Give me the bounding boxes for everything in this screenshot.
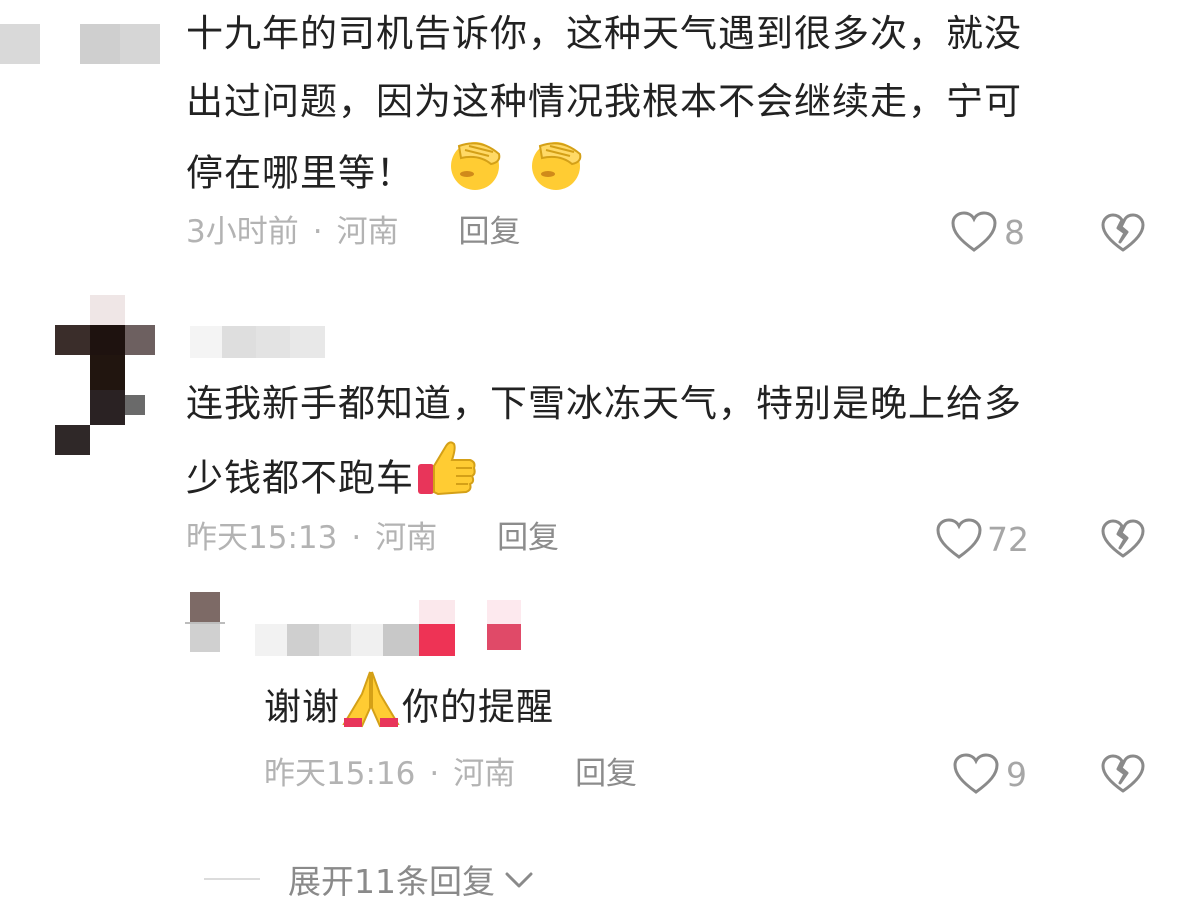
comment-line-text: 停在哪里等！ — [186, 151, 414, 195]
dislike-button[interactable] — [1100, 753, 1146, 795]
comment-time: 3小时前 — [186, 214, 299, 250]
reply-button[interactable]: 回复 — [575, 756, 637, 792]
heart-outline-icon — [950, 210, 998, 254]
meta-separator: · — [429, 756, 440, 792]
meta-separator: · — [312, 214, 323, 250]
expand-replies-button[interactable]: 展开11条回复 — [204, 855, 535, 903]
comment-line: 连我新手都知道，下雪冰冻天气，特别是晚上给多 — [186, 382, 1022, 425]
expand-replies-label: 展开11条回复 — [288, 862, 495, 901]
comment-line: 少钱都不跑车 — [186, 438, 1166, 522]
reply-time: 昨天15:16 — [264, 756, 416, 792]
like-count: 8 — [1004, 212, 1025, 252]
comment-line: 出过问题，因为这种情况我根本不会继续走，宁可 — [186, 80, 1022, 123]
comment-text: 十九年的司机告诉你，这种天气遇到很多次，就没 出过问题，因为这种情况我根本不会继… — [186, 0, 1166, 214]
reply-button[interactable]: 回复 — [458, 214, 520, 250]
reply-button[interactable]: 回复 — [497, 520, 559, 556]
heart-outline-icon — [952, 752, 1000, 796]
dislike-button[interactable] — [1100, 212, 1146, 254]
broken-heart-icon — [1100, 518, 1146, 560]
reply-text: 谢谢 你的提醒 — [264, 668, 554, 750]
comment-meta: 昨天15:13 · 河南 回复 — [186, 518, 559, 558]
comment-meta: 3小时前 · 河南 回复 — [186, 212, 520, 252]
facepalm-emoji — [522, 136, 590, 214]
broken-heart-icon — [1100, 212, 1146, 254]
dislike-button[interactable] — [1100, 518, 1146, 560]
heart-outline-icon — [935, 517, 983, 561]
avatar-censored[interactable] — [185, 592, 225, 662]
meta-separator: · — [351, 520, 362, 556]
broken-heart-icon — [1100, 753, 1146, 795]
folded-hands-emoji — [340, 668, 402, 750]
comment-time: 昨天15:13 — [186, 520, 338, 556]
reply-text-end: 你的提醒 — [402, 685, 554, 729]
comment-location: 河南 — [336, 214, 399, 250]
username-censored[interactable] — [190, 326, 325, 358]
like-count: 72 — [987, 519, 1029, 559]
username-censored[interactable] — [255, 600, 525, 660]
reply-location: 河南 — [453, 756, 516, 792]
like-button[interactable]: 9 — [952, 752, 1027, 796]
comment-location: 河南 — [375, 520, 438, 556]
reply-meta: 昨天15:16 · 河南 回复 — [264, 754, 637, 794]
thumbs-up-emoji — [414, 438, 480, 522]
like-button[interactable]: 8 — [950, 210, 1025, 254]
comment-line: 十九年的司机告诉你，这种天气遇到很多次，就没 — [186, 12, 1022, 55]
like-count: 9 — [1006, 754, 1027, 794]
divider — [204, 878, 260, 880]
chevron-down-icon — [503, 860, 535, 899]
facepalm-emoji — [441, 136, 509, 214]
avatar-censored[interactable] — [0, 24, 160, 64]
like-button[interactable]: 72 — [935, 517, 1029, 561]
comment-line-text: 少钱都不跑车 — [186, 456, 414, 500]
avatar-censored[interactable] — [55, 295, 155, 460]
comment-line: 停在哪里等！ — [186, 136, 1166, 214]
reply-text-start: 谢谢 — [264, 685, 340, 729]
comment-text: 连我新手都知道，下雪冰冻天气，特别是晚上给多 少钱都不跑车 — [186, 370, 1166, 522]
